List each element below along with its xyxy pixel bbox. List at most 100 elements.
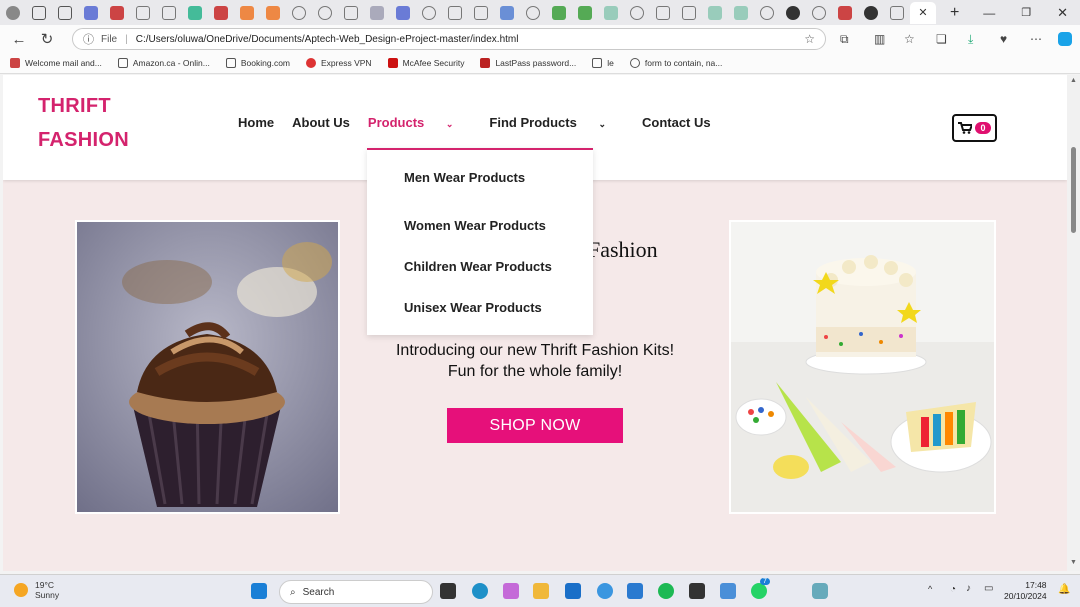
edge-icon[interactable]	[472, 583, 488, 599]
weather-widget[interactable]: 19°C Sunny	[14, 580, 59, 600]
favorite-star-icon[interactable]: ☆	[804, 32, 815, 46]
back-arrow-icon[interactable]: ←	[5, 31, 33, 48]
bookmark-item[interactable]: LastPass password...	[480, 58, 576, 68]
volume-icon[interactable]: ♪	[966, 583, 971, 594]
settings-more-icon[interactable]: ⋯	[1030, 32, 1042, 46]
tab-icon[interactable]	[812, 5, 826, 20]
nav-contact[interactable]: Contact Us	[642, 115, 711, 130]
tab-icon[interactable]	[604, 5, 618, 20]
dropdown-item-men[interactable]: Men Wear Products	[404, 170, 525, 185]
copilot-app-icon[interactable]	[503, 583, 519, 599]
tab-icon[interactable]	[656, 5, 670, 20]
copilot-icon[interactable]	[1058, 32, 1072, 46]
tab-icon[interactable]	[474, 5, 488, 20]
window-close-icon[interactable]: ✕	[1057, 5, 1068, 21]
favorites-icon[interactable]: ☆	[904, 32, 915, 46]
file-explorer-icon[interactable]	[533, 583, 549, 599]
taskbar-search[interactable]: ⌕ Search	[279, 580, 433, 604]
vscode-icon[interactable]	[627, 583, 643, 599]
scrollbar-thumb[interactable]	[1071, 147, 1076, 233]
cart-button[interactable]: 0	[952, 114, 997, 142]
tab-icon[interactable]	[890, 5, 904, 20]
scroll-down-icon[interactable]: ▼	[1070, 559, 1077, 566]
site-logo[interactable]: THRIFT FASHION	[38, 89, 129, 157]
whatsapp-icon[interactable]	[751, 583, 767, 599]
bookmark-item[interactable]: Express VPN	[306, 58, 372, 68]
github-tab-icon[interactable]	[864, 5, 878, 20]
app-icon[interactable]	[597, 583, 613, 599]
tab-icon[interactable]	[682, 5, 696, 20]
dropdown-item-unisex[interactable]: Unisex Wear Products	[404, 300, 542, 315]
tab-icon[interactable]	[734, 5, 748, 20]
dropdown-item-children[interactable]: Children Wear Products	[404, 259, 552, 274]
taskbar-clock[interactable]: 17:48 20/10/2024	[1004, 580, 1047, 602]
app-icon[interactable]	[812, 583, 828, 599]
shop-now-button[interactable]: SHOP NOW	[447, 408, 623, 443]
scroll-up-icon[interactable]: ▲	[1070, 77, 1077, 84]
tab-icon[interactable]	[188, 5, 202, 20]
tab-icon[interactable]	[552, 5, 566, 20]
nav-find-products[interactable]: Find Products ⌄	[489, 115, 624, 130]
collections-icon[interactable]: ❏	[936, 32, 947, 46]
tab-actions-icon[interactable]	[58, 5, 72, 20]
github-tab-icon[interactable]	[786, 5, 800, 20]
nav-home[interactable]: Home	[238, 115, 274, 130]
chevron-up-icon[interactable]: ^	[928, 584, 932, 594]
hero-title: Fashion	[588, 237, 658, 262]
nav-products[interactable]: Products ⌄	[368, 115, 472, 130]
bookmark-item[interactable]: Amazon.ca - Onlin...	[117, 58, 210, 68]
downloads-icon[interactable]: ⤓	[968, 32, 973, 47]
bookmark-item[interactable]: form to contain, na...	[629, 58, 722, 68]
tab-icon[interactable]	[136, 5, 150, 20]
tab-icon[interactable]	[630, 5, 644, 20]
tab-icon[interactable]	[318, 5, 332, 20]
profile-icon[interactable]	[6, 5, 20, 20]
tab-icon[interactable]	[292, 5, 306, 20]
restore-icon[interactable]: ❐	[1021, 6, 1031, 19]
store-icon[interactable]	[565, 583, 581, 599]
info-icon[interactable]: ⓘ	[83, 31, 94, 47]
tab-icon[interactable]	[84, 5, 98, 20]
bookmark-item[interactable]: McAfee Security	[387, 58, 464, 68]
tab-icon[interactable]	[344, 5, 358, 20]
start-icon[interactable]	[251, 583, 267, 599]
task-view-icon[interactable]	[440, 583, 456, 599]
bookmark-item[interactable]: le	[592, 58, 614, 68]
split-screen-icon[interactable]: ▥	[874, 32, 885, 46]
bookmark-item[interactable]: Booking.com	[225, 58, 290, 68]
tab-icon[interactable]	[448, 5, 462, 20]
active-tab-close-icon[interactable]: ✕	[910, 1, 936, 24]
reload-icon[interactable]: ↻	[33, 30, 61, 48]
notepad-icon[interactable]	[720, 583, 736, 599]
tab-icon[interactable]	[240, 5, 254, 20]
nav-about[interactable]: About Us	[292, 115, 350, 130]
address-bar[interactable]: ⓘ File | C:/Users/oluwa/OneDrive/Documen…	[72, 28, 826, 50]
browser-essentials-icon[interactable]: ♥	[1000, 32, 1007, 46]
tab-icon[interactable]	[578, 5, 592, 20]
workspaces-icon[interactable]	[32, 5, 46, 20]
bookmark-item[interactable]: Welcome mail and...	[10, 58, 102, 68]
tab-icon[interactable]	[110, 5, 124, 20]
tab-icon[interactable]	[500, 5, 514, 20]
extensions-icon[interactable]: ⧉	[840, 32, 849, 47]
battery-icon[interactable]: ▭	[984, 583, 993, 594]
tab-icon[interactable]	[708, 5, 722, 20]
tab-icon[interactable]	[266, 5, 280, 20]
app-icon[interactable]	[689, 583, 705, 599]
tab-icon[interactable]	[214, 5, 228, 20]
notifications-bell-icon[interactable]: 🔔	[1058, 584, 1070, 595]
tab-icon[interactable]	[838, 5, 852, 20]
page-scrollbar[interactable]: ▲ ▼	[1067, 75, 1080, 571]
dropdown-item-women[interactable]: Women Wear Products	[404, 218, 546, 233]
url-text[interactable]: C:/Users/oluwa/OneDrive/Documents/Aptech…	[136, 34, 519, 45]
tab-icon[interactable]	[422, 5, 436, 20]
tab-icon[interactable]	[370, 5, 384, 20]
tab-icon[interactable]	[162, 5, 176, 20]
new-tab-icon[interactable]: +	[950, 4, 959, 22]
minimize-icon[interactable]: —	[983, 6, 995, 20]
tab-icon[interactable]	[396, 5, 410, 20]
tab-icon[interactable]	[526, 5, 540, 20]
wifi-icon[interactable]: ◔	[950, 584, 956, 595]
spotify-icon[interactable]	[658, 583, 674, 599]
tab-icon[interactable]	[760, 5, 774, 20]
